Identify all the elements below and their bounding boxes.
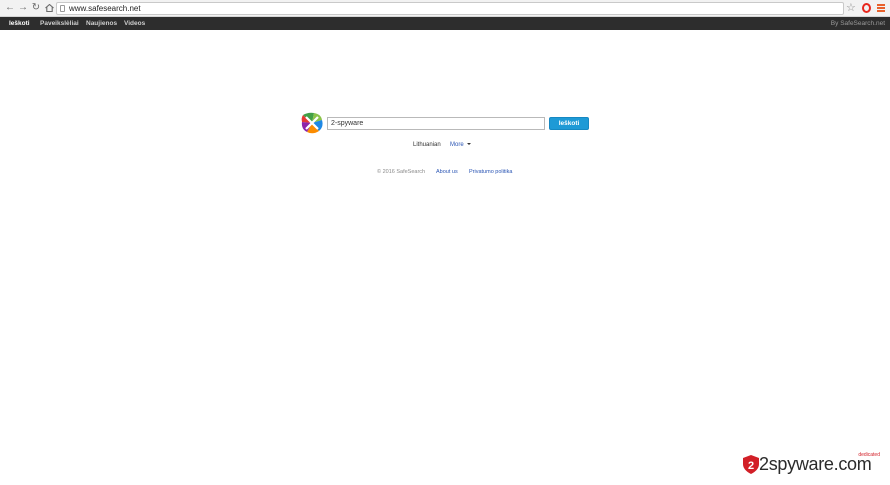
browser-toolbar: ← → ↻ www.safesearch.net ☆ bbox=[0, 0, 890, 17]
svg-text:2: 2 bbox=[748, 460, 754, 472]
page-icon bbox=[60, 5, 65, 12]
nav-item-images[interactable]: Paveikslėliai bbox=[40, 17, 79, 30]
address-bar[interactable]: www.safesearch.net bbox=[56, 2, 844, 15]
language-current[interactable]: Lithuanian bbox=[413, 141, 441, 150]
back-icon[interactable]: ← bbox=[3, 1, 17, 15]
star-icon[interactable]: ☆ bbox=[846, 1, 856, 15]
search-button[interactable]: Ieškoti bbox=[549, 117, 589, 130]
menu-icon[interactable] bbox=[877, 4, 885, 12]
watermark-tag: dedicated bbox=[858, 452, 880, 458]
url-text[interactable]: www.safesearch.net bbox=[69, 3, 141, 14]
shield-icon: 2 bbox=[743, 455, 759, 474]
home-icon[interactable] bbox=[42, 1, 56, 15]
privacy-policy-link[interactable]: Privatumo politika bbox=[469, 168, 512, 176]
reload-icon[interactable]: ↻ bbox=[29, 1, 43, 15]
watermark-text: 2spyware.com bbox=[759, 454, 872, 474]
watermark-logo: 2 2spyware.com dedicated bbox=[742, 452, 882, 476]
nav-item-news[interactable]: Naujienos bbox=[86, 17, 117, 30]
opera-icon[interactable] bbox=[862, 3, 871, 13]
caret-down-icon bbox=[466, 143, 471, 146]
nav-item-search[interactable]: Ieškoti bbox=[9, 17, 30, 30]
site-nav-bar: Ieškoti Paveikslėliai Naujienos Videos B… bbox=[0, 17, 890, 30]
nav-item-videos[interactable]: Videos bbox=[124, 17, 145, 30]
copyright-text: © 2016 SafeSearch bbox=[377, 169, 426, 175]
about-us-link[interactable]: About us bbox=[436, 168, 458, 176]
more-label: More bbox=[450, 142, 464, 148]
more-languages-button[interactable]: More bbox=[450, 141, 471, 150]
search-input[interactable] bbox=[327, 117, 545, 130]
brand-text: By SafeSearch.net bbox=[830, 20, 885, 27]
forward-icon[interactable]: → bbox=[16, 1, 30, 15]
safesearch-logo[interactable] bbox=[300, 112, 324, 134]
